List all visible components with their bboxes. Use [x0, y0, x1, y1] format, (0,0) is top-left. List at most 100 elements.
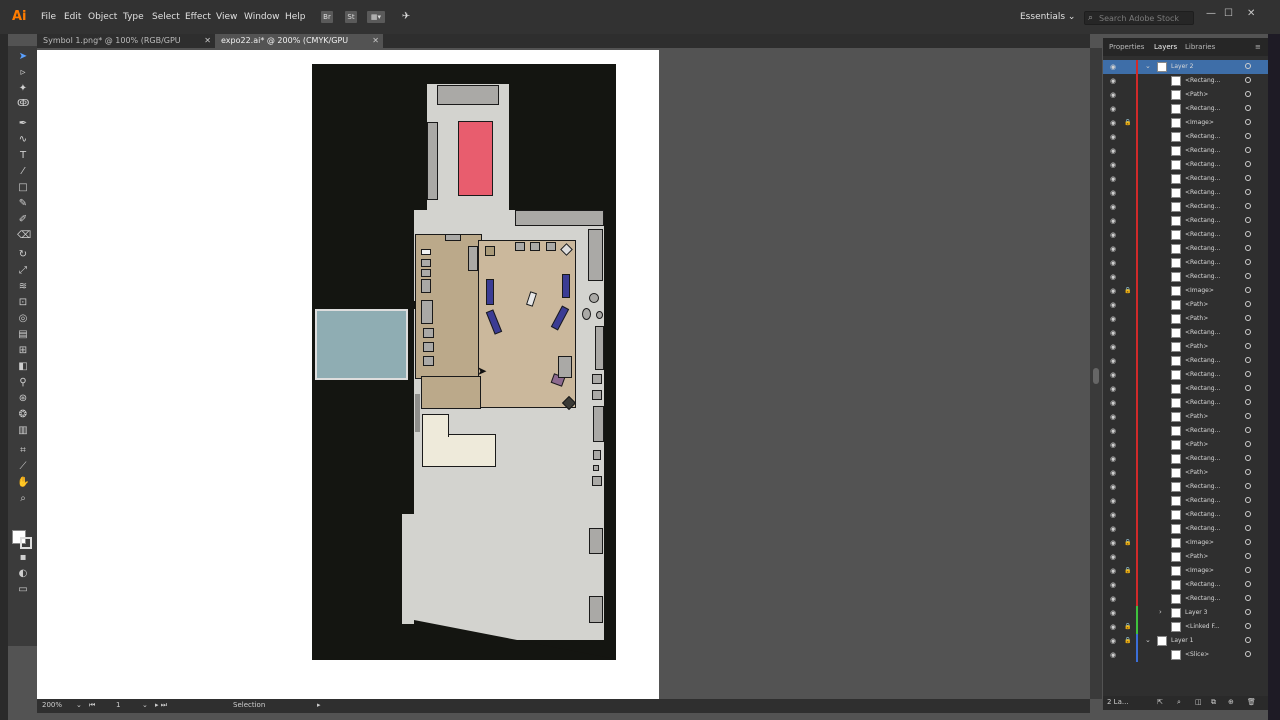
layer-row[interactable]: ◉ › Layer 3: [1103, 606, 1268, 620]
target-circle-icon[interactable]: [1245, 119, 1251, 125]
visibility-eye-icon[interactable]: ◉: [1110, 371, 1116, 379]
pen-tool-icon[interactable]: ✒: [17, 118, 29, 130]
stock-icon[interactable]: St: [345, 11, 357, 23]
visibility-eye-icon[interactable]: ◉: [1110, 175, 1116, 183]
visibility-eye-icon[interactable]: ◉: [1110, 147, 1116, 155]
expand-chevron-icon[interactable]: ›: [1159, 608, 1162, 616]
visibility-eye-icon[interactable]: ◉: [1110, 203, 1116, 211]
target-circle-icon[interactable]: [1245, 483, 1251, 489]
sublayer-row[interactable]: ◉ <Rectang...: [1103, 242, 1268, 256]
visibility-eye-icon[interactable]: ◉: [1110, 273, 1116, 281]
new-sublayer-icon[interactable]: ⧉: [1211, 698, 1216, 707]
target-circle-icon[interactable]: [1245, 427, 1251, 433]
locate-object-icon[interactable]: ⌕: [1177, 698, 1181, 707]
menu-type[interactable]: Type: [123, 12, 144, 22]
target-circle-icon[interactable]: [1245, 287, 1251, 293]
target-circle-icon[interactable]: [1245, 553, 1251, 559]
shaper-tool-icon[interactable]: ✐: [17, 214, 29, 226]
target-circle-icon[interactable]: [1245, 357, 1251, 363]
expand-chevron-icon[interactable]: ⌄: [1145, 636, 1151, 644]
target-circle-icon[interactable]: [1245, 273, 1251, 279]
menu-object[interactable]: Object: [88, 12, 117, 22]
zoom-tool-icon[interactable]: ⌕: [17, 493, 29, 505]
direct-selection-tool-icon[interactable]: ▹: [17, 67, 29, 79]
sublayer-row[interactable]: ◉ <Rectang...: [1103, 102, 1268, 116]
sublayer-row[interactable]: ◉ 🔒 <Image>: [1103, 536, 1268, 550]
sublayer-row[interactable]: ◉ <Rectang...: [1103, 424, 1268, 438]
visibility-eye-icon[interactable]: ◉: [1110, 315, 1116, 323]
new-layer-icon[interactable]: ⊕: [1228, 698, 1234, 706]
menu-edit[interactable]: Edit: [64, 12, 81, 22]
target-circle-icon[interactable]: [1245, 511, 1251, 517]
visibility-eye-icon[interactable]: ◉: [1110, 133, 1116, 141]
gpu-performance-icon[interactable]: ✈: [400, 11, 412, 23]
close-tab-icon[interactable]: ✕: [372, 34, 379, 48]
perspective-grid-tool-icon[interactable]: ▤: [17, 329, 29, 341]
sublayer-row[interactable]: ◉ 🔒 <Image>: [1103, 284, 1268, 298]
target-circle-icon[interactable]: [1245, 343, 1251, 349]
sublayer-row[interactable]: ◉ <Rectang...: [1103, 508, 1268, 522]
sublayer-row[interactable]: ◉ 🔒 <Image>: [1103, 564, 1268, 578]
magic-wand-tool-icon[interactable]: ✦: [17, 83, 29, 95]
visibility-eye-icon[interactable]: ◉: [1110, 77, 1116, 85]
tab-libraries[interactable]: Libraries: [1185, 43, 1215, 51]
visibility-eye-icon[interactable]: ◉: [1110, 63, 1116, 71]
expand-chevron-icon[interactable]: ⌄: [1145, 62, 1151, 70]
visibility-eye-icon[interactable]: ◉: [1110, 259, 1116, 267]
visibility-eye-icon[interactable]: ◉: [1110, 231, 1116, 239]
target-circle-icon[interactable]: [1245, 637, 1251, 643]
visibility-eye-icon[interactable]: ◉: [1110, 581, 1116, 589]
target-circle-icon[interactable]: [1245, 469, 1251, 475]
visibility-eye-icon[interactable]: ◉: [1110, 469, 1116, 477]
zoom-level[interactable]: 200%: [42, 701, 62, 709]
visibility-eye-icon[interactable]: ◉: [1110, 217, 1116, 225]
minimize-icon[interactable]: —: [1206, 8, 1216, 19]
maximize-icon[interactable]: ☐: [1224, 8, 1233, 19]
screen-mode-icon[interactable]: ▭: [17, 584, 29, 596]
target-circle-icon[interactable]: [1245, 147, 1251, 153]
rectangle-tool-icon[interactable]: □: [17, 182, 29, 194]
canvas[interactable]: ➤: [37, 48, 1090, 699]
menu-view[interactable]: View: [216, 12, 237, 22]
sublayer-row[interactable]: ◉ <Rectang...: [1103, 480, 1268, 494]
target-circle-icon[interactable]: [1245, 595, 1251, 601]
target-circle-icon[interactable]: [1245, 581, 1251, 587]
zoom-dropdown-icon[interactable]: ⌄: [76, 701, 82, 709]
sublayer-row[interactable]: ◉ <Rectang...: [1103, 158, 1268, 172]
target-circle-icon[interactable]: [1245, 301, 1251, 307]
target-circle-icon[interactable]: [1245, 77, 1251, 83]
sublayer-row[interactable]: ◉ <Rectang...: [1103, 228, 1268, 242]
lock-icon[interactable]: 🔒: [1124, 637, 1131, 644]
curvature-tool-icon[interactable]: ∿: [17, 134, 29, 146]
bridge-icon[interactable]: Br: [321, 11, 333, 23]
sublayer-row[interactable]: ◉ 🔒 <Linked F...: [1103, 620, 1268, 634]
menu-file[interactable]: File: [41, 12, 56, 22]
visibility-eye-icon[interactable]: ◉: [1110, 357, 1116, 365]
menu-help[interactable]: Help: [285, 12, 306, 22]
visibility-eye-icon[interactable]: ◉: [1110, 567, 1116, 575]
sublayer-row[interactable]: ◉ <Rectang...: [1103, 452, 1268, 466]
target-circle-icon[interactable]: [1245, 497, 1251, 503]
target-circle-icon[interactable]: [1245, 413, 1251, 419]
sublayer-row[interactable]: ◉ <Rectang...: [1103, 494, 1268, 508]
target-circle-icon[interactable]: [1245, 385, 1251, 391]
selection-tool-icon[interactable]: ➤: [17, 51, 29, 63]
sublayer-row[interactable]: ◉ <Slice>: [1103, 648, 1268, 662]
target-circle-icon[interactable]: [1245, 329, 1251, 335]
sublayer-row[interactable]: ◉ 🔒 <Image>: [1103, 116, 1268, 130]
visibility-eye-icon[interactable]: ◉: [1110, 301, 1116, 309]
target-circle-icon[interactable]: [1245, 539, 1251, 545]
panel-menu-icon[interactable]: ≡: [1255, 43, 1261, 51]
target-circle-icon[interactable]: [1245, 175, 1251, 181]
mesh-tool-icon[interactable]: ⊞: [17, 345, 29, 357]
target-circle-icon[interactable]: [1245, 91, 1251, 97]
visibility-eye-icon[interactable]: ◉: [1110, 399, 1116, 407]
tab-layers[interactable]: Layers: [1154, 43, 1177, 51]
close-icon[interactable]: ✕: [1247, 8, 1255, 19]
visibility-eye-icon[interactable]: ◉: [1110, 441, 1116, 449]
tab-symbol1[interactable]: Symbol 1.png* @ 100% (RGB/GPU Preview)✕: [37, 34, 215, 59]
visibility-eye-icon[interactable]: ◉: [1110, 119, 1116, 127]
hand-tool-icon[interactable]: ✋: [17, 477, 29, 489]
visibility-eye-icon[interactable]: ◉: [1110, 105, 1116, 113]
visibility-eye-icon[interactable]: ◉: [1110, 385, 1116, 393]
